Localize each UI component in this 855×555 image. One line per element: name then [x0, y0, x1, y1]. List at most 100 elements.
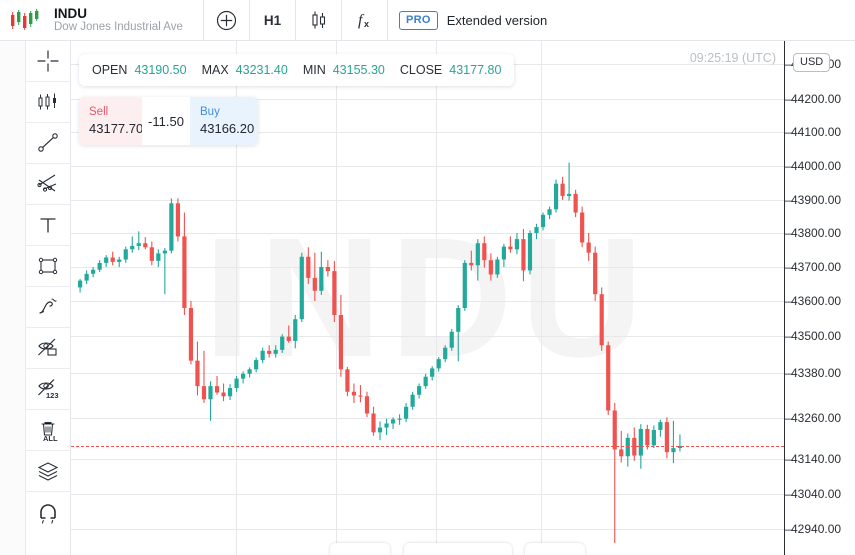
- candle-body: [449, 331, 454, 348]
- candle-body: [306, 256, 311, 278]
- buy-label: Buy: [200, 106, 220, 118]
- candle-wick: [222, 383, 225, 402]
- candle-body: [527, 233, 533, 271]
- candle-body: [567, 193, 572, 196]
- text-tool[interactable]: [25, 205, 71, 246]
- sell-button[interactable]: Sell 43177.70: [79, 97, 144, 145]
- candle-tool[interactable]: [25, 82, 71, 123]
- ohlc-close-label: CLOSE: [399, 63, 443, 77]
- candle-body: [123, 249, 128, 260]
- candle-body: [338, 315, 343, 370]
- candle-body: [188, 308, 194, 361]
- price-axis-tick: –43500.00: [785, 329, 841, 343]
- app-logo: [0, 0, 50, 40]
- server-clock: 09:25:19 (UTC): [689, 51, 776, 65]
- candle-body: [475, 243, 480, 266]
- candle-body: [534, 227, 539, 233]
- candle-body: [501, 246, 506, 260]
- svg-text:ALL: ALL: [43, 434, 58, 443]
- hide-numbers-icon: 123: [38, 379, 59, 400]
- candle-body: [443, 347, 448, 360]
- sell-label: Sell: [89, 106, 109, 118]
- candle-body: [462, 262, 467, 308]
- candle-body: [495, 259, 500, 275]
- chart-type-button[interactable]: [296, 0, 342, 40]
- candle-body: [149, 247, 154, 261]
- candle-body: [397, 418, 402, 420]
- ohlc-legend: OPEN 43190.50 MAX 43231.40 MIN 43155.30 …: [79, 54, 515, 86]
- price-axis-tick: –44000.00: [785, 159, 841, 173]
- tick-label: 43260.00: [791, 411, 842, 425]
- tick-label: 43040.00: [791, 487, 842, 501]
- svg-text:123: 123: [46, 391, 59, 400]
- crosshair-tool[interactable]: [25, 41, 71, 82]
- bottom-nav-button-1[interactable]: [330, 543, 390, 555]
- tick-label: 44000.00: [791, 159, 842, 173]
- candle-body: [540, 214, 546, 228]
- brush-tool[interactable]: [25, 287, 71, 328]
- trendline-tool[interactable]: [25, 123, 71, 164]
- candle-body: [267, 350, 272, 354]
- candle-body: [273, 349, 278, 354]
- tick-label: 43140.00: [791, 452, 842, 466]
- top-toolbar: INDU Dow Jones Industrial Ave H1 f x PRO…: [0, 0, 855, 41]
- candle-body: [169, 203, 174, 251]
- bottom-nav-button-3[interactable]: [525, 543, 585, 555]
- plus-circle-icon: [216, 10, 237, 30]
- buy-button[interactable]: Buy 43166.20: [190, 97, 258, 145]
- candle-body: [514, 239, 520, 250]
- symbol-info[interactable]: INDU Dow Jones Industrial Ave: [50, 0, 204, 40]
- ohlc-open-label: OPEN: [92, 63, 128, 77]
- candle-body: [143, 243, 148, 248]
- candle-body: [553, 183, 559, 210]
- hide-drawings-tool[interactable]: [25, 328, 71, 369]
- candle-body: [117, 259, 122, 262]
- pro-section[interactable]: PRO Extended version: [388, 0, 547, 40]
- price-axis-tick: –43700.00: [785, 260, 841, 274]
- candle-body: [84, 273, 89, 281]
- candle-body: [436, 359, 441, 369]
- candle-body: [371, 413, 376, 433]
- pro-badge[interactable]: PRO: [399, 10, 438, 30]
- indicators-button[interactable]: f x: [342, 0, 388, 40]
- candle-body: [241, 373, 246, 379]
- bottom-nav-button-2[interactable]: [404, 543, 512, 555]
- candle-body: [97, 262, 102, 270]
- candle-body: [325, 267, 330, 272]
- hide-numbers-tool[interactable]: 123: [25, 369, 71, 410]
- candle-wick: [509, 236, 511, 253]
- magnet-tool[interactable]: [26, 492, 71, 533]
- tick-label: 43900.00: [791, 193, 842, 207]
- chart-canvas[interactable]: INDU OPEN 43190.50 MAX 43231.40 MIN 4315…: [71, 41, 784, 555]
- timeframe-button[interactable]: H1: [250, 0, 296, 40]
- candle-body: [214, 386, 220, 393]
- tick-label: 43380.00: [791, 366, 842, 380]
- candle-body: [280, 336, 285, 350]
- add-symbol-button[interactable]: [204, 0, 250, 40]
- sell-price: 43177.70: [89, 121, 144, 136]
- ohlc-min-label: MIN: [302, 63, 326, 77]
- candle-body: [364, 396, 370, 414]
- currency-badge[interactable]: USD: [793, 53, 831, 72]
- candle-body: [78, 280, 83, 288]
- candle-body: [482, 243, 487, 261]
- candle-body: [599, 294, 604, 346]
- price-axis-tick: –44100.00: [785, 125, 841, 139]
- candle-wick: [359, 385, 362, 403]
- candle-body: [645, 428, 650, 446]
- candle-body: [377, 427, 383, 433]
- crosshair-icon: [37, 50, 59, 72]
- candle-wick: [679, 434, 681, 452]
- candle-body: [560, 183, 565, 196]
- candle-wick: [672, 420, 674, 464]
- price-axis-tick: –42940.00: [785, 522, 841, 536]
- candle-body: [638, 428, 643, 456]
- candle-body: [156, 253, 161, 261]
- price-axis[interactable]: –44300.00–44200.00–44100.00–44000.00–439…: [784, 41, 855, 555]
- delete-all-tool[interactable]: ALL: [25, 410, 71, 451]
- rectangle-tool[interactable]: [25, 246, 71, 287]
- candle-body: [593, 252, 598, 295]
- candle-body: [671, 448, 676, 453]
- multi-line-tool[interactable]: [25, 164, 71, 205]
- layers-tool[interactable]: [25, 451, 71, 492]
